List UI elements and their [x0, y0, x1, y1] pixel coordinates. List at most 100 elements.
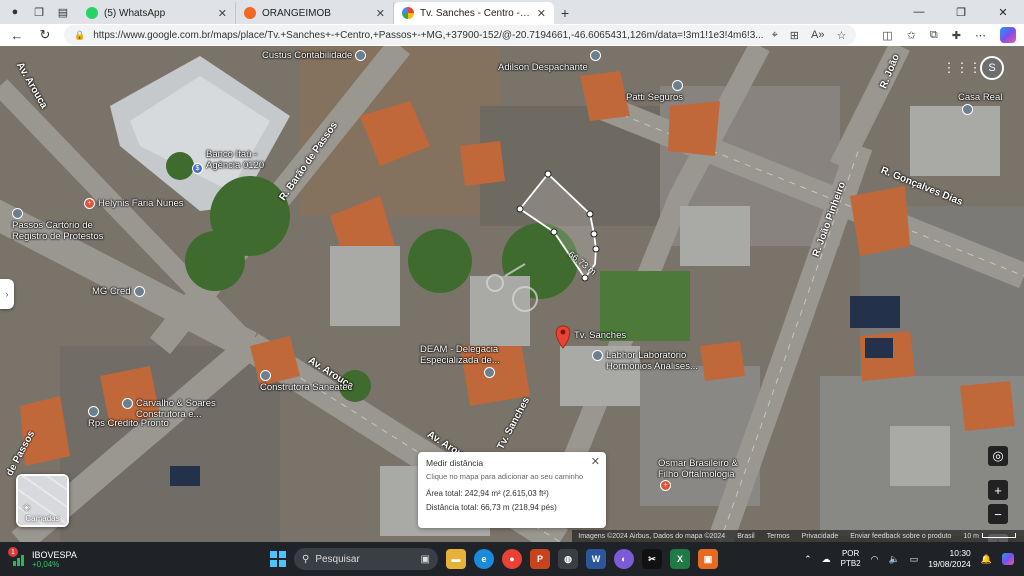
close-window-button[interactable]: ✕: [982, 0, 1024, 24]
wifi-icon[interactable]: ◠: [871, 554, 879, 565]
tab-label: Tv. Sanches - Centro - Google M: [420, 7, 531, 19]
scale-bar: [982, 532, 1016, 538]
taskbar-apps: ⚲ Pesquisar ▣ ▬ e ● P ◍ W ◐ ✂ X ▣: [270, 548, 718, 570]
place-pin-icon: [88, 406, 99, 417]
terms-link[interactable]: Termos: [767, 533, 790, 540]
poi-tv-sanches[interactable]: Tv. Sanches: [574, 330, 626, 341]
poi-construtora-saneatec[interactable]: Construtora Saneatec: [260, 370, 352, 393]
layers-label: Camadas: [25, 514, 60, 523]
tab-google-maps[interactable]: Tv. Sanches - Centro - Google M ✕: [394, 2, 554, 24]
tab-whatsapp[interactable]: (5) WhatsApp ✕: [78, 2, 236, 24]
notifications-icon[interactable]: 🔔: [981, 554, 992, 565]
language-indicator[interactable]: POR PTB2: [841, 549, 861, 569]
capcut-icon[interactable]: ✂: [642, 549, 662, 569]
poi-labhor-laboratorio[interactable]: Labhor Laboratório Hormônios Análises...: [592, 350, 698, 372]
scale-indicator[interactable]: 10 m: [963, 532, 1016, 540]
close-icon[interactable]: ✕: [218, 7, 227, 20]
chrome-icon[interactable]: ●: [502, 549, 522, 569]
country-link[interactable]: Brasil: [737, 533, 755, 540]
browser-toolbar: ◫ ✩ ⧉ ✚ ⋯: [882, 27, 1016, 43]
stock-widget[interactable]: 1 IBOVESPA +0,04%: [0, 547, 260, 569]
extensions-icon[interactable]: ✚: [952, 29, 961, 42]
photos-icon[interactable]: ◍: [558, 549, 578, 569]
powerpoint-icon[interactable]: P: [530, 549, 550, 569]
my-location-button[interactable]: ◎: [988, 446, 1008, 466]
privacy-link[interactable]: Privacidade: [802, 533, 839, 540]
widget-change: +0,04%: [32, 559, 60, 569]
google-apps-icon[interactable]: ⋮⋮⋮: [943, 58, 982, 78]
favorites-icon[interactable]: ✩: [907, 29, 916, 42]
battery-icon[interactable]: ▭: [910, 554, 919, 565]
new-tab-button[interactable]: +: [554, 2, 576, 24]
house-icon: [244, 7, 256, 19]
teams-icon[interactable]: ◐: [614, 549, 634, 569]
place-pin-icon: [672, 80, 683, 91]
back-button[interactable]: ←: [8, 28, 26, 43]
measure-total-distance: Distância total: 66,73 m (218,94 pés): [426, 503, 557, 512]
url-field[interactable]: 🔒 https://www.google.com.br/maps/place/T…: [64, 25, 857, 45]
profile-icon[interactable]: ●: [8, 5, 22, 19]
measure-total-area: Área total: 242,94 m² (2.615,03 ft²): [426, 489, 549, 498]
lock-icon[interactable]: 🔒: [74, 30, 85, 41]
layers-button[interactable]: ◈ Camadas: [16, 474, 69, 527]
maximize-button[interactable]: ❐: [940, 0, 982, 24]
orange-app-icon[interactable]: ▣: [698, 549, 718, 569]
minimize-button[interactable]: —: [898, 0, 940, 24]
health-icon[interactable]: +: [660, 480, 671, 491]
windows-start-icon[interactable]: [270, 551, 286, 567]
poi-mg-cred[interactable]: MG Cred: [92, 286, 145, 297]
poi-custus-contabilidade[interactable]: Custus Contabilidade: [262, 50, 367, 61]
close-icon[interactable]: ✕: [376, 7, 385, 20]
map-attribution-bar: Imagens ©2024 Airbus, Dados do mapa ©202…: [572, 530, 1024, 542]
url-action-icons: ⌖ ⊞ A» ☆: [772, 29, 847, 42]
favorite-star-icon[interactable]: ☆: [836, 29, 846, 42]
poi-osmar-brasileiro[interactable]: Osmar Brasileiro & Filho Oftalmologia: [658, 458, 738, 480]
split-screen-icon[interactable]: ◫: [882, 29, 892, 42]
expand-side-panel-button[interactable]: ›: [0, 279, 14, 309]
avatar[interactable]: S: [980, 56, 1004, 80]
feedback-link[interactable]: Enviar feedback sobre o produto: [850, 533, 951, 540]
vertical-tabs-icon[interactable]: ▤: [56, 5, 70, 19]
copilot-icon[interactable]: [1000, 27, 1016, 43]
measure-hint: Clique no mapa para adicionar ao seu cam…: [426, 472, 584, 481]
close-icon[interactable]: ✕: [591, 455, 600, 468]
browser-tab-strip: ● ❐ ▤ (5) WhatsApp ✕ ORANGEIMOB ✕ Tv. Sa…: [0, 0, 1024, 24]
poi-rps-credito-pronto[interactable]: Rps Crédito Pronto: [88, 406, 169, 429]
url-text[interactable]: https://www.google.com.br/maps/place/Tv.…: [93, 30, 763, 41]
refresh-button[interactable]: ↻: [36, 27, 54, 43]
copilot-taskbar-icon[interactable]: [1002, 553, 1014, 565]
poi-banco-itau[interactable]: $ Banco Itaú - Agência 0120: [192, 149, 264, 174]
more-menu-icon[interactable]: ⋯: [975, 29, 986, 42]
workspaces-icon[interactable]: ❐: [32, 5, 46, 19]
poi-passos-cartorio[interactable]: Passos Cartório de Registro de Protestos: [12, 208, 103, 242]
volume-icon[interactable]: 🔈: [889, 554, 900, 565]
address-bar-row: ← ↻ 🔒 https://www.google.com.br/maps/pla…: [0, 24, 1024, 46]
excel-icon[interactable]: X: [670, 549, 690, 569]
measure-distance-card: ✕ Medir distância Clique no mapa para ad…: [418, 452, 606, 528]
onedrive-icon[interactable]: ☁: [822, 554, 831, 565]
taskbar-search[interactable]: ⚲ Pesquisar ▣: [294, 548, 438, 570]
read-aloud-icon[interactable]: A»: [811, 29, 824, 42]
chevron-up-icon[interactable]: ⌃: [804, 554, 812, 565]
edge-icon[interactable]: e: [474, 549, 494, 569]
zoom-out-button[interactable]: −: [988, 504, 1008, 524]
tab-label: (5) WhatsApp: [104, 7, 166, 19]
clock[interactable]: 10:30 19/08/2024: [928, 548, 971, 570]
satellite-map[interactable]: Av. Arouca R. Barão de Passos R. João R.…: [0, 46, 1024, 542]
poi-patti-seguros[interactable]: Patti Seguros: [626, 80, 683, 103]
location-icon[interactable]: ⌖: [772, 29, 778, 42]
search-icon: ⚲: [302, 553, 310, 565]
collections-icon[interactable]: ⧉: [930, 29, 938, 42]
poi-adilson-despachante[interactable]: Adilson Despachante: [498, 50, 601, 73]
poi-casa-real[interactable]: Casa Real: [958, 92, 1002, 115]
tab-strip-leading-icons: ● ❐ ▤: [0, 0, 78, 24]
apps-available-icon[interactable]: ⊞: [790, 29, 799, 42]
tab-orangeimob[interactable]: ORANGEIMOB ✕: [236, 2, 394, 24]
measure-title: Medir distância: [426, 458, 484, 468]
word-icon[interactable]: W: [586, 549, 606, 569]
close-icon[interactable]: ✕: [537, 7, 546, 20]
file-explorer-icon[interactable]: ▬: [446, 549, 466, 569]
tab-label: ORANGEIMOB: [262, 7, 331, 19]
zoom-in-button[interactable]: +: [988, 480, 1008, 500]
poi-deam-delegacia[interactable]: DEAM - Delegacia Especializada de...: [420, 344, 500, 378]
